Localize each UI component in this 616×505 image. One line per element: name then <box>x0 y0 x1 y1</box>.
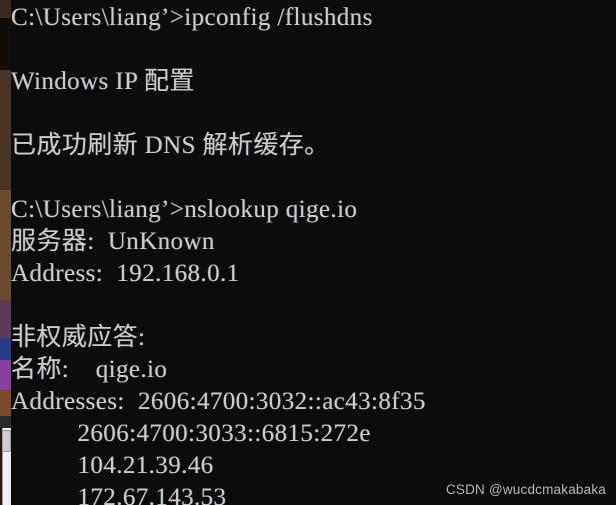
background-window-band <box>0 338 11 360</box>
csdn-watermark: CSDN @wucdcmakabaka <box>445 482 606 497</box>
console-output-line: Windows IP 配置 <box>11 68 195 95</box>
screenshot-root: C:\Users\liang’>ipconfig /flushdns Windo… <box>0 0 616 505</box>
console-output-line: 服务器: UnKnown <box>11 228 215 255</box>
console-output-line: 2606:4700:3033::6815:272e <box>11 420 371 447</box>
background-window-band <box>0 190 11 300</box>
background-window-band <box>0 360 11 390</box>
background-window-band <box>0 18 11 70</box>
console-output[interactable]: C:\Users\liang’>ipconfig /flushdns Windo… <box>11 0 616 505</box>
console-command-line: C:\Users\liang’>nslookup qige.io <box>11 196 358 223</box>
background-window-band <box>0 0 11 18</box>
command-prompt-window[interactable]: C:\Users\liang’>ipconfig /flushdns Windo… <box>11 0 616 505</box>
background-window-sliver <box>0 0 11 505</box>
background-window-band <box>0 70 11 190</box>
console-command-line: C:\Users\liang’>ipconfig /flushdns <box>11 4 373 31</box>
background-window-band <box>0 390 11 416</box>
console-output-line: Addresses: 2606:4700:3032::ac43:8f35 <box>11 388 426 415</box>
console-output-line: 104.21.39.46 <box>11 452 214 479</box>
background-window-scrollbar-thumb[interactable] <box>2 430 11 452</box>
console-output-line: 非权威应答: <box>11 324 146 351</box>
background-window-band <box>0 300 11 338</box>
console-output-line: 名称: qige.io <box>11 356 168 383</box>
console-output-line: Address: 192.168.0.1 <box>11 260 240 287</box>
background-window-band <box>0 416 11 428</box>
console-output-line: 已成功刷新 DNS 解析缓存。 <box>11 132 330 159</box>
